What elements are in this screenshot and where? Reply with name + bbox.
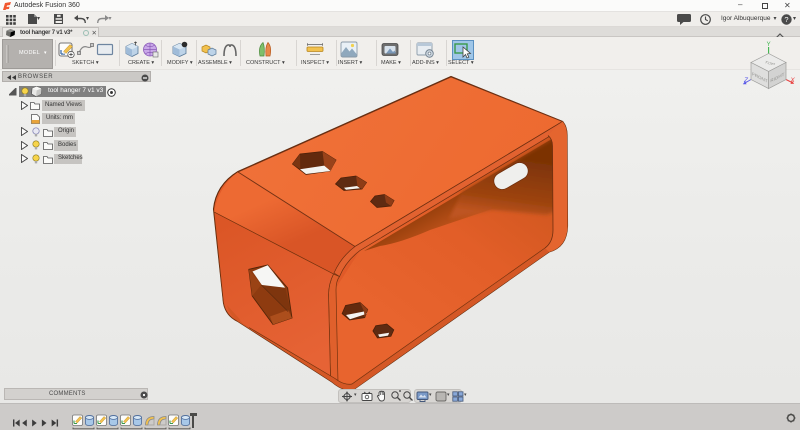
svg-text:Y: Y [767, 42, 771, 48]
svg-text:X: X [789, 77, 795, 84]
svg-text:Z: Z [743, 77, 749, 84]
svg-text:?: ? [784, 15, 788, 24]
